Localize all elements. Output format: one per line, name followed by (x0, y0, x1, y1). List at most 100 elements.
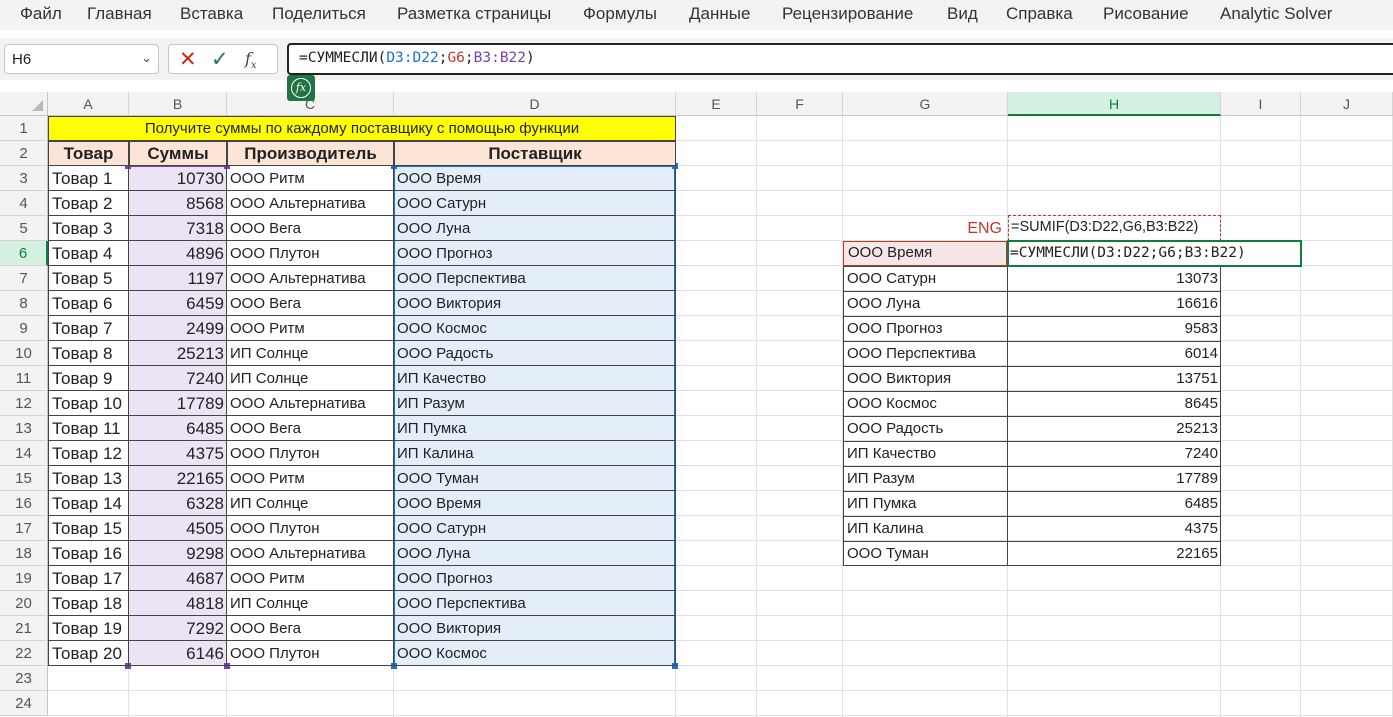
supplier-cell[interactable]: ООО Космос (394, 641, 676, 666)
manufacturer-cell[interactable]: ООО Вега (227, 216, 394, 241)
summary-supplier-cell[interactable]: ООО Прогноз (844, 316, 1007, 341)
row-header-23[interactable]: 23 (0, 666, 48, 691)
amount-cell[interactable]: 9298 (129, 541, 227, 566)
amount-cell[interactable]: 25213 (129, 341, 227, 366)
summary-supplier-cell[interactable]: ООО Сатурн (844, 266, 1007, 291)
summary-supplier-cell[interactable]: ИП Качество (844, 441, 1007, 466)
column-header-a[interactable]: A (48, 92, 129, 116)
amount-cell[interactable]: 4375 (129, 441, 227, 466)
amount-cell[interactable]: 6146 (129, 641, 227, 666)
manufacturer-cell[interactable]: ООО Альтернатива (227, 191, 394, 216)
product-cell[interactable]: Товар 15 (48, 516, 129, 541)
function-badge-icon[interactable]: fx (287, 75, 315, 101)
amount-cell[interactable]: 4818 (129, 591, 227, 616)
supplier-cell[interactable]: ООО Время (394, 166, 676, 191)
menu-item-9[interactable]: Вид (947, 4, 978, 24)
row-header-6[interactable]: 6 (0, 241, 48, 266)
row-header-17[interactable]: 17 (0, 516, 48, 541)
row-header-21[interactable]: 21 (0, 616, 48, 641)
column-header-d[interactable]: D (394, 92, 676, 116)
amount-cell[interactable]: 7292 (129, 616, 227, 641)
menu-item-10[interactable]: Справка (1006, 4, 1073, 24)
manufacturer-cell[interactable]: ООО Альтернатива (227, 266, 394, 291)
row-header-19[interactable]: 19 (0, 566, 48, 591)
amount-cell[interactable]: 22165 (129, 466, 227, 491)
chevron-down-icon[interactable]: ⌄ (141, 50, 152, 66)
summary-supplier-cell[interactable]: ООО Радость (844, 416, 1007, 441)
row-header-5[interactable]: 5 (0, 216, 48, 241)
manufacturer-cell[interactable]: ИП Солнце (227, 591, 394, 616)
summary-total-cell[interactable]: 25213 (1008, 416, 1221, 441)
summary-supplier-cell[interactable]: ООО Космос (844, 391, 1007, 416)
supplier-cell[interactable]: ООО Туман (394, 466, 676, 491)
summary-total-cell[interactable]: 9583 (1008, 316, 1221, 341)
row-header-2[interactable]: 2 (0, 141, 48, 166)
supplier-cell[interactable]: ООО Перспектива (394, 591, 676, 616)
row-header-4[interactable]: 4 (0, 191, 48, 216)
manufacturer-cell[interactable]: ООО Плутон (227, 241, 394, 266)
manufacturer-cell[interactable]: ООО Вега (227, 416, 394, 441)
supplier-cell[interactable]: ООО Прогноз (394, 566, 676, 591)
manufacturer-cell[interactable]: ООО Вега (227, 291, 394, 316)
summary-total-cell[interactable]: 7240 (1008, 441, 1221, 466)
row-header-22[interactable]: 22 (0, 641, 48, 666)
menu-item-7[interactable]: Данные (689, 4, 750, 24)
product-cell[interactable]: Товар 16 (48, 541, 129, 566)
product-cell[interactable]: Товар 2 (48, 191, 129, 216)
amount-cell[interactable]: 1197 (129, 266, 227, 291)
supplier-cell[interactable]: ООО Перспектива (394, 266, 676, 291)
row-header-13[interactable]: 13 (0, 416, 48, 441)
product-cell[interactable]: Товар 18 (48, 591, 129, 616)
amount-cell[interactable]: 8568 (129, 191, 227, 216)
supplier-cell[interactable]: ООО Время (394, 491, 676, 516)
summary-total-cell[interactable]: 13073 (1008, 266, 1221, 291)
eng-formula-cell[interactable]: =SUMIF(D3:D22,G6,B3:B22) (1008, 215, 1221, 241)
manufacturer-cell[interactable]: ООО Плутон (227, 641, 394, 666)
row-header-3[interactable]: 3 (0, 166, 48, 191)
amount-cell[interactable]: 4896 (129, 241, 227, 266)
menu-item-12[interactable]: Analytic Solver (1220, 4, 1332, 24)
manufacturer-cell[interactable]: ИП Солнце (227, 341, 394, 366)
amount-cell[interactable]: 4505 (129, 516, 227, 541)
supplier-cell[interactable]: ООО Космос (394, 316, 676, 341)
supplier-cell[interactable]: ООО Сатурн (394, 191, 676, 216)
manufacturer-cell[interactable]: ООО Ритм (227, 466, 394, 491)
supplier-cell[interactable]: ИП Пумка (394, 416, 676, 441)
amount-cell[interactable]: 10730 (129, 166, 227, 191)
supplier-cell[interactable]: ООО Виктория (394, 291, 676, 316)
product-cell[interactable]: Товар 20 (48, 641, 129, 666)
product-cell[interactable]: Товар 17 (48, 566, 129, 591)
product-cell[interactable]: Товар 14 (48, 491, 129, 516)
supplier-cell[interactable]: ИП Разум (394, 391, 676, 416)
product-cell[interactable]: Товар 13 (48, 466, 129, 491)
manufacturer-cell[interactable]: ООО Ритм (227, 316, 394, 341)
column-header-j[interactable]: J (1301, 92, 1393, 116)
manufacturer-cell[interactable]: ООО Вега (227, 616, 394, 641)
amount-cell[interactable]: 6485 (129, 416, 227, 441)
summary-total-cell[interactable]: 16616 (1008, 291, 1221, 316)
row-header-7[interactable]: 7 (0, 266, 48, 291)
summary-supplier-cell[interactable]: ИП Пумка (844, 491, 1007, 516)
summary-supplier-cell[interactable]: ООО Перспектива (844, 341, 1007, 366)
summary-total-cell[interactable]: 6485 (1008, 491, 1221, 516)
amount-cell[interactable]: 7318 (129, 216, 227, 241)
product-cell[interactable]: Товар 10 (48, 391, 129, 416)
supplier-cell[interactable]: ООО Луна (394, 216, 676, 241)
product-cell[interactable]: Товар 8 (48, 341, 129, 366)
menu-item-6[interactable]: Формулы (583, 4, 657, 24)
insert-function-icon[interactable]: fx (245, 49, 257, 71)
supplier-cell[interactable]: ИП Калина (394, 441, 676, 466)
row-header-24[interactable]: 24 (0, 691, 48, 716)
supplier-cell[interactable]: ООО Прогноз (394, 241, 676, 266)
row-header-11[interactable]: 11 (0, 366, 48, 391)
row-header-10[interactable]: 10 (0, 341, 48, 366)
manufacturer-cell[interactable]: ООО Ритм (227, 566, 394, 591)
product-cell[interactable]: Товар 6 (48, 291, 129, 316)
amount-cell[interactable]: 4687 (129, 566, 227, 591)
select-all-button[interactable] (0, 92, 48, 116)
summary-total-cell[interactable]: 4375 (1008, 516, 1221, 541)
supplier-cell[interactable]: ООО Сатурн (394, 516, 676, 541)
column-header-i[interactable]: I (1221, 92, 1301, 116)
summary-supplier-cell[interactable]: ООО Виктория (844, 366, 1007, 391)
manufacturer-cell[interactable]: ООО Альтернатива (227, 391, 394, 416)
